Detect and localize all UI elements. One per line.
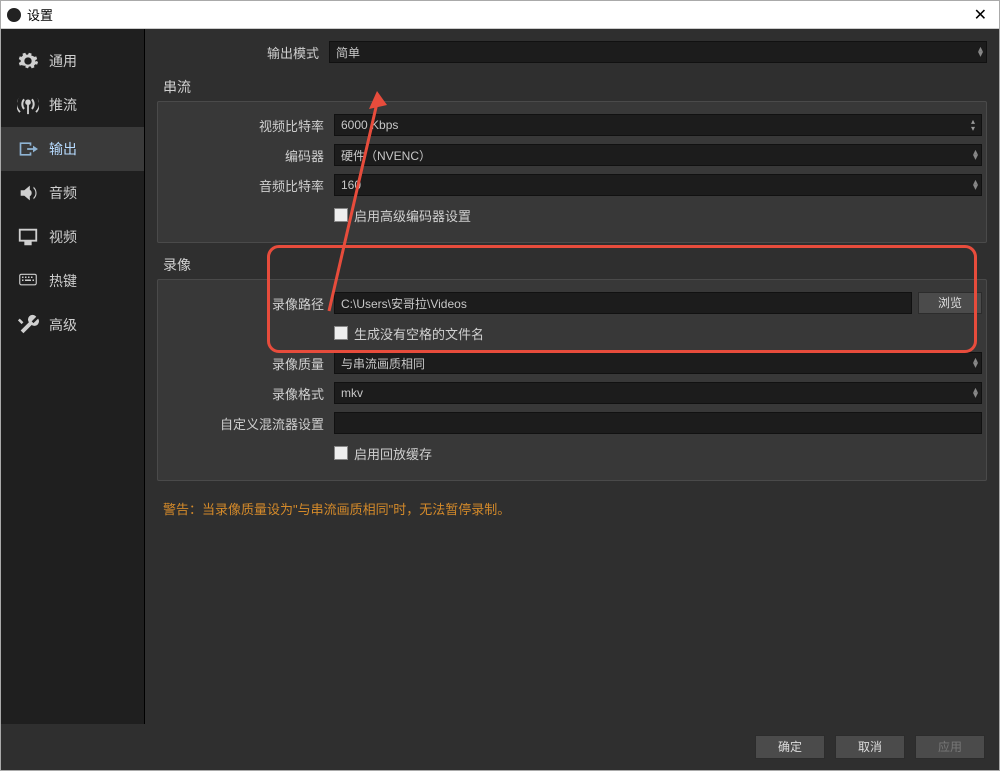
chevrons-icon: ▴▾ (978, 47, 980, 57)
muxer-input[interactable] (334, 412, 982, 434)
tools-icon (15, 314, 41, 336)
output-icon (15, 138, 41, 160)
spinner-icon[interactable]: ▴▾ (971, 118, 975, 132)
video-bitrate-label: 视频比特率 (162, 116, 334, 135)
sidebar-item-stream[interactable]: 推流 (1, 83, 144, 127)
encoder-label: 编码器 (162, 146, 334, 165)
sidebar-item-audio[interactable]: 音频 (1, 171, 144, 215)
no-space-filename-label: 生成没有空格的文件名 (354, 324, 484, 343)
sidebar-item-general[interactable]: 通用 (1, 39, 144, 83)
recording-format-select[interactable]: mkv ▴▾ (334, 382, 982, 404)
encoder-select[interactable]: 硬件（NVENC） ▴▾ (334, 144, 982, 166)
audio-bitrate-select[interactable]: 160 ▴▾ (334, 174, 982, 196)
recording-quality-label: 录像质量 (162, 354, 334, 373)
replay-buffer-checkbox[interactable] (334, 446, 348, 460)
warning-text: 警告：当录像质量设为"与串流画质相同"时，无法暂停录制。 (157, 489, 987, 518)
keyboard-icon (15, 270, 41, 292)
sidebar-item-label: 输出 (49, 139, 77, 159)
sidebar-item-hotkeys[interactable]: 热键 (1, 259, 144, 303)
sidebar-item-label: 通用 (49, 51, 77, 71)
streaming-group: 视频比特率 6000 Kbps ▴▾ 编码器 硬件（NVENC） (157, 101, 987, 243)
chevrons-icon: ▴▾ (973, 180, 975, 190)
ok-button[interactable]: 确定 (755, 735, 825, 759)
chevrons-icon: ▴▾ (973, 150, 975, 160)
sidebar-item-label: 推流 (49, 95, 77, 115)
sidebar-item-label: 热键 (49, 271, 77, 291)
output-mode-label: 输出模式 (157, 43, 329, 62)
replay-buffer-label: 启用回放缓存 (354, 444, 432, 463)
settings-window: 设置 ✕ 通用 推流 输出 (0, 0, 1000, 771)
muxer-label: 自定义混流器设置 (162, 414, 334, 433)
no-space-filename-checkbox[interactable] (334, 326, 348, 340)
sidebar-item-output[interactable]: 输出 (1, 127, 144, 171)
recording-path-input[interactable]: C:\Users\安哥拉\Videos (334, 292, 912, 314)
advanced-encoder-checkbox-label: 启用高级编码器设置 (354, 206, 471, 225)
sidebar: 通用 推流 输出 音频 (1, 29, 145, 724)
gear-icon (15, 50, 41, 72)
monitor-icon (15, 226, 41, 248)
sidebar-item-label: 视频 (49, 227, 77, 247)
close-icon[interactable]: ✕ (968, 5, 993, 25)
streaming-group-title: 串流 (157, 73, 987, 101)
speaker-icon (15, 182, 41, 204)
content-pane: 输出模式 简单 ▴▾ 串流 视频比特率 6000 Kbps (145, 29, 999, 724)
output-mode-select[interactable]: 简单 ▴▾ (329, 41, 987, 63)
browse-button[interactable]: 浏览 (918, 292, 982, 314)
recording-quality-select[interactable]: 与串流画质相同 ▴▾ (334, 352, 982, 374)
sidebar-item-advanced[interactable]: 高级 (1, 303, 144, 347)
recording-group: 录像路径 C:\Users\安哥拉\Videos 浏览 生成没有空格的文件 (157, 279, 987, 481)
apply-button: 应用 (915, 735, 985, 759)
window-title: 设置 (27, 5, 968, 24)
recording-group-title: 录像 (157, 251, 987, 279)
video-bitrate-input[interactable]: 6000 Kbps ▴▾ (334, 114, 982, 136)
sidebar-item-label: 高级 (49, 315, 77, 335)
chevrons-icon: ▴▾ (973, 358, 975, 368)
recording-format-label: 录像格式 (162, 384, 334, 403)
titlebar: 设置 ✕ (1, 1, 999, 29)
audio-bitrate-label: 音频比特率 (162, 176, 334, 195)
advanced-encoder-checkbox[interactable] (334, 208, 348, 222)
recording-path-label: 录像路径 (162, 294, 334, 313)
cancel-button[interactable]: 取消 (835, 735, 905, 759)
dialog-footer: 确定 取消 应用 (1, 724, 999, 770)
sidebar-item-video[interactable]: 视频 (1, 215, 144, 259)
sidebar-item-label: 音频 (49, 183, 77, 203)
app-icon (7, 8, 21, 22)
chevrons-icon: ▴▾ (973, 388, 975, 398)
antenna-icon (15, 94, 41, 116)
